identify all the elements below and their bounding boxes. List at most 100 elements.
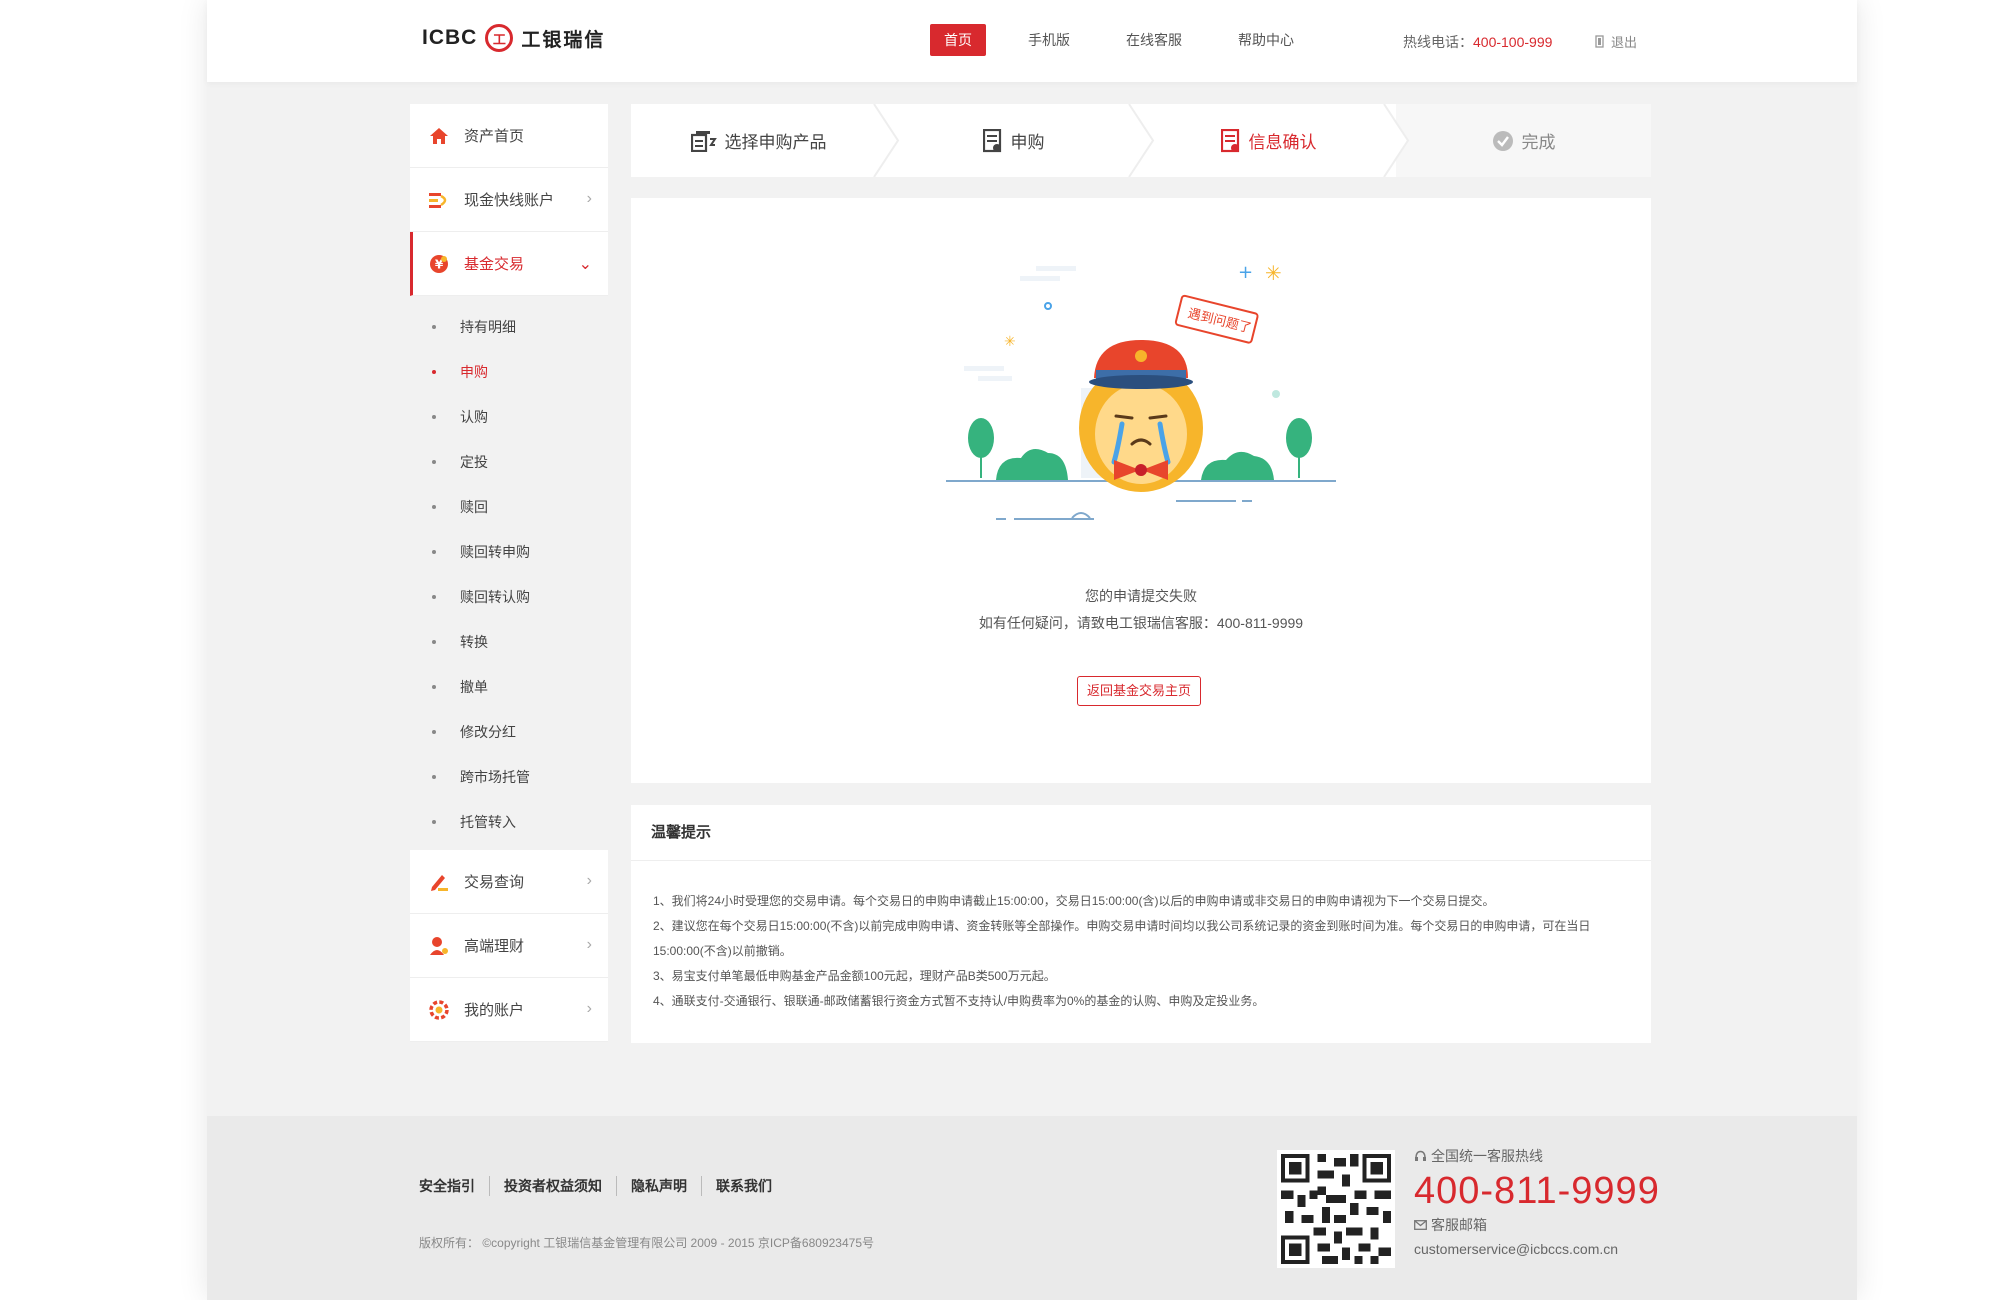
sidebar-item-label: 交易查询	[464, 874, 525, 891]
footer-mail-label: 客服邮箱	[1414, 1215, 1660, 1235]
bullet-icon	[432, 594, 436, 599]
qr-code-icon	[1277, 1150, 1395, 1268]
product-list-icon	[690, 130, 717, 152]
footer-mail-address[interactable]: customerservice@icbccs.com.cn	[1414, 1241, 1660, 1257]
sub-item-label: 定投	[460, 453, 488, 470]
bullet-icon	[432, 729, 436, 734]
sub-item-purchase[interactable]: 申购	[410, 349, 608, 394]
step-separator	[1383, 104, 1410, 177]
sub-item-fixed-investment[interactable]: 定投	[410, 439, 608, 484]
sub-item-label: 转换	[460, 633, 488, 650]
nav-home[interactable]: 首页	[930, 24, 986, 56]
logout-button[interactable]: 退出	[1595, 32, 1637, 51]
support-message: 如有任何疑问，请致电工银瑞信客服：400-811-9999	[978, 615, 1304, 631]
sidebar-item-label: 基金交易	[464, 256, 525, 273]
sidebar: 资产首页 现金快线账户 › ¥ 基金交易 ⌄ 持有明细 申购 认购 定投 赎回 …	[410, 104, 608, 1042]
sub-item-label: 赎回	[460, 498, 488, 515]
sub-item-redeem-to-subscribe[interactable]: 赎回转认购	[410, 574, 608, 619]
step-purchase: 申购	[886, 104, 1155, 177]
chevron-right-icon: ›	[586, 1000, 592, 1017]
nav-online-service[interactable]: 在线客服	[1112, 24, 1196, 56]
footer-link-contact[interactable]: 联系我们	[701, 1176, 786, 1196]
result-panel: + ✳ ✳ 遇到问题了 您的申请提交失败 如有任何疑问，请致电工银瑞信客服：40…	[631, 198, 1651, 783]
bullet-icon	[432, 414, 436, 419]
sub-item-label: 赎回转申购	[460, 543, 530, 560]
step-separator	[1128, 104, 1155, 177]
confirm-form-icon	[1220, 128, 1241, 153]
chevron-right-icon: ›	[586, 872, 592, 889]
sub-item-cross-market-custody[interactable]: 跨市场托管	[410, 754, 608, 799]
chevron-down-icon: ⌄	[578, 256, 592, 273]
bullet-icon	[432, 369, 436, 374]
step-label: 信息确认	[1248, 133, 1317, 152]
svg-text:+: +	[1238, 262, 1253, 283]
home-icon	[428, 125, 450, 147]
footer-link-privacy[interactable]: 隐私声明	[616, 1176, 701, 1196]
footer-hotline-label: 全国统一客服热线	[1414, 1146, 1660, 1166]
sub-item-convert[interactable]: 转换	[410, 619, 608, 664]
tips-body: 1、我们将24小时受理您的交易申请。每个交易日的申购申请截止15:00:00，交…	[631, 861, 1651, 1014]
page: ICBC 工 工银瑞信 首页 手机版 在线客服 帮助中心 热线电话：400-10…	[207, 0, 1857, 1300]
sub-item-label: 认购	[460, 408, 488, 425]
step-label: 完成	[1521, 133, 1556, 152]
sidebar-item-label: 资产首页	[464, 128, 525, 145]
sub-item-holdings[interactable]: 持有明细	[410, 304, 608, 349]
sidebar-item-cash-account[interactable]: 现金快线账户 ›	[410, 168, 608, 232]
sub-item-custody-transfer-in[interactable]: 托管转入	[410, 799, 608, 844]
mail-icon	[1414, 1220, 1427, 1230]
svg-text:✳: ✳	[1265, 261, 1282, 285]
sub-item-modify-dividend[interactable]: 修改分红	[410, 709, 608, 754]
footer-link-investor-rights[interactable]: 投资者权益须知	[489, 1176, 616, 1196]
bullet-icon	[432, 459, 436, 464]
bullet-icon	[432, 549, 436, 554]
brand-logo[interactable]: ICBC 工 工银瑞信	[422, 24, 605, 52]
nav-help-center[interactable]: 帮助中心	[1224, 24, 1308, 56]
bullet-icon	[432, 774, 436, 779]
tip-line: 3、易宝支付单笔最低申购基金产品金额100元起，理财产品B类500万元起。	[653, 969, 1056, 983]
bullet-icon	[432, 504, 436, 509]
chevron-right-icon: ›	[586, 936, 592, 953]
check-circle-icon	[1492, 130, 1514, 152]
sidebar-item-asset-home[interactable]: 资产首页	[410, 104, 608, 168]
sub-item-redeem[interactable]: 赎回	[410, 484, 608, 529]
sub-item-label: 赎回转认购	[460, 588, 530, 605]
nav-mobile[interactable]: 手机版	[1014, 24, 1084, 56]
bullet-icon	[432, 639, 436, 644]
sidebar-item-premium-wealth[interactable]: 高端理财 ›	[410, 914, 608, 978]
footer-phone-number: 400-811-9999	[1414, 1170, 1660, 1212]
mail-label-text: 客服邮箱	[1431, 1217, 1487, 1233]
tip-line: 4、通联支付-交通银行、银联通-邮政储蓄银行资金方式暂不支持认/申购费率为0%的…	[653, 994, 1265, 1008]
sidebar-item-trade-query[interactable]: 交易查询 ›	[410, 850, 608, 914]
tips-title: 温馨提示	[631, 805, 1651, 861]
sub-item-label: 修改分红	[460, 723, 516, 740]
bullet-icon	[432, 819, 436, 824]
bullet-icon	[432, 324, 436, 329]
header-hotline: 热线电话：400-100-999	[1403, 32, 1552, 52]
chevron-right-icon: ›	[586, 190, 592, 207]
sub-item-label: 撤单	[460, 678, 488, 695]
footer-contact: 全国统一客服热线 400-811-9999 客服邮箱 customerservi…	[1414, 1146, 1660, 1257]
step-select-product: 选择申购产品	[631, 104, 900, 177]
progress-steps: 选择申购产品 申购 信息确认 完成	[631, 104, 1651, 177]
step-label: 申购	[1010, 133, 1045, 152]
step-info-confirm: 信息确认	[1141, 104, 1410, 177]
hotline-number: 400-100-999	[1473, 34, 1553, 50]
hotline-label: 热线电话：	[1403, 34, 1473, 50]
sidebar-item-fund-trading[interactable]: ¥ 基金交易 ⌄	[410, 232, 608, 296]
sub-item-subscribe[interactable]: 认购	[410, 394, 608, 439]
fund-icon: ¥	[428, 253, 450, 275]
logout-icon	[1595, 35, 1604, 48]
sidebar-item-my-account[interactable]: 我的账户 ›	[410, 978, 608, 1042]
query-icon	[428, 871, 450, 893]
footer-link-security-guide[interactable]: 安全指引	[419, 1176, 489, 1196]
cash-icon	[428, 189, 450, 211]
headset-icon	[1415, 1150, 1426, 1161]
error-illustration: + ✳ ✳ 遇到问题了	[936, 248, 1356, 553]
sub-item-redeem-to-purchase[interactable]: 赎回转申购	[410, 529, 608, 574]
form-icon	[982, 128, 1003, 153]
sub-item-label: 跨市场托管	[460, 768, 530, 785]
bullet-icon	[432, 684, 436, 689]
back-to-fund-home-button[interactable]: 返回基金交易主页	[1077, 676, 1202, 706]
tip-line: 2、建议您在每个交易日15:00:00(不含)以前完成申购申请、资金转账等全部操…	[653, 919, 1591, 933]
sub-item-cancel-order[interactable]: 撤单	[410, 664, 608, 709]
